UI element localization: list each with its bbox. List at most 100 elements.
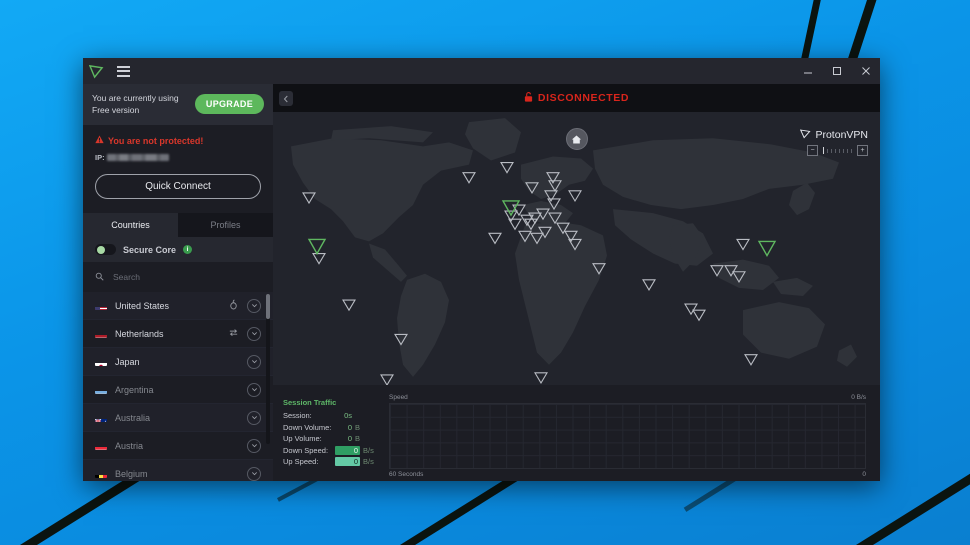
- speed-chart: Speed 0 B/s 60 Seconds 0: [383, 385, 880, 481]
- home-icon[interactable]: [565, 128, 588, 150]
- proton-vpn-logo-icon: [89, 64, 104, 79]
- flag-icon: [95, 330, 107, 338]
- secure-core-row: Secure Core i: [83, 237, 273, 263]
- chevron-down-icon[interactable]: [247, 326, 261, 341]
- chevron-down-icon[interactable]: [247, 382, 261, 397]
- world-map[interactable]: [273, 112, 880, 385]
- chart-plot-area: [389, 403, 866, 469]
- traffic-label: Up Volume:: [283, 434, 322, 444]
- ip-address-row: IP:: [95, 153, 261, 162]
- protection-status-block: You are not protected! IP:: [83, 125, 273, 163]
- traffic-row: Down Speed: 0 B/s: [283, 445, 383, 457]
- country-name: Netherlands: [115, 328, 164, 339]
- ip-value-redacted: [106, 154, 169, 161]
- chevron-left-icon[interactable]: [279, 91, 293, 106]
- zoom-in-button[interactable]: +: [857, 145, 868, 156]
- traffic-label: Up Speed:: [283, 457, 319, 467]
- chevron-down-icon[interactable]: [247, 410, 261, 425]
- country-name: Argentina: [115, 384, 154, 395]
- country-name: Belgium: [115, 468, 148, 479]
- country-name: Australia: [115, 412, 151, 423]
- search-input[interactable]: [111, 271, 261, 284]
- search-icon: [95, 268, 104, 286]
- brand-name-row: ProtonVPN: [800, 128, 868, 142]
- wallpaper-streak: [358, 470, 525, 545]
- p2p-arrows-icon: [228, 325, 239, 343]
- traffic-value: 0s: [344, 411, 352, 421]
- list-item[interactable]: Argentina: [83, 376, 273, 405]
- list-item[interactable]: Austria: [83, 432, 273, 461]
- traffic-row: Up Speed: 0 B/s: [283, 456, 383, 468]
- hamburger-menu-icon[interactable]: [116, 64, 131, 79]
- sidebar-tabs: Countries Profiles: [83, 213, 273, 238]
- chart-y-label: Speed: [389, 394, 408, 401]
- search-row: [83, 262, 273, 293]
- traffic-unit: B/s: [363, 445, 374, 455]
- secure-core-label: Secure Core: [123, 244, 177, 255]
- upgrade-text-line2: Free version: [92, 105, 140, 115]
- chevron-down-icon[interactable]: [247, 354, 261, 369]
- chart-y-max-label: 0 B/s: [851, 394, 866, 401]
- list-item[interactable]: Australia: [83, 404, 273, 433]
- traffic-row: Session: 0s: [283, 410, 383, 422]
- down-speed-bar: 0: [335, 445, 360, 455]
- list-item[interactable]: Netherlands: [83, 320, 273, 349]
- country-name: Austria: [115, 440, 144, 451]
- country-name: Japan: [115, 356, 140, 367]
- warning-triangle-icon: [95, 135, 104, 146]
- traffic-label: Down Volume:: [283, 422, 332, 432]
- protection-status-text: You are not protected!: [108, 135, 204, 146]
- traffic-row: Up Volume: 0 B: [283, 433, 383, 445]
- chart-x-label-left: 60 Seconds: [389, 471, 424, 478]
- maximize-icon[interactable]: [822, 58, 851, 84]
- upgrade-text-line1: You are currently using: [92, 93, 179, 103]
- upgrade-text: You are currently using Free version: [92, 92, 179, 116]
- upgrade-button[interactable]: UPGRADE: [194, 94, 264, 114]
- zoom-slider-track[interactable]: [820, 147, 855, 154]
- country-list[interactable]: United States Netherlands Japan Argentin…: [83, 292, 273, 481]
- quick-connect-button[interactable]: Quick Connect: [95, 174, 261, 199]
- tor-onion-icon: [228, 297, 239, 315]
- traffic-unit: B/s: [363, 457, 374, 467]
- flag-icon: [95, 302, 107, 310]
- chevron-down-icon[interactable]: [247, 298, 261, 313]
- connection-status-bar: DISCONNECTED ProtonVPN − +: [273, 84, 880, 156]
- country-list-scrollbar[interactable]: [266, 294, 270, 445]
- flag-icon: [95, 470, 107, 478]
- lock-open-icon: [524, 91, 533, 105]
- list-item[interactable]: Japan: [83, 348, 273, 377]
- close-icon[interactable]: [851, 58, 880, 84]
- brand-name: ProtonVPN: [815, 129, 868, 141]
- list-item[interactable]: United States: [83, 292, 273, 321]
- minimize-icon[interactable]: [793, 58, 822, 84]
- ip-label: IP:: [95, 153, 105, 162]
- traffic-row: Down Volume: 0 B: [283, 422, 383, 434]
- chevron-down-icon[interactable]: [247, 466, 261, 481]
- traffic-label: Down Speed:: [283, 445, 329, 455]
- world-map-svg: [273, 112, 880, 385]
- zoom-out-button[interactable]: −: [807, 145, 818, 156]
- traffic-unit: B: [355, 422, 361, 432]
- secure-core-toggle[interactable]: [95, 244, 116, 256]
- scrollbar-thumb[interactable]: [266, 294, 270, 320]
- info-icon[interactable]: i: [183, 245, 193, 255]
- list-item[interactable]: Belgium: [83, 460, 273, 481]
- sidebar: You are currently using Free version UPG…: [83, 84, 273, 481]
- chart-x-label-right: 0: [862, 471, 866, 478]
- session-traffic-title: Session Traffic: [283, 398, 337, 407]
- protonvpn-window: You are currently using Free version UPG…: [83, 58, 880, 481]
- up-speed-bar: 0: [335, 457, 360, 467]
- traffic-stats: Session Traffic Session: 0s Down Volume:…: [273, 385, 383, 481]
- traffic-label: Session:: [283, 411, 312, 421]
- traffic-value: 0: [347, 422, 352, 432]
- tab-countries[interactable]: Countries: [83, 213, 178, 238]
- tab-profiles[interactable]: Profiles: [178, 213, 273, 237]
- chevron-down-icon[interactable]: [247, 438, 261, 453]
- flag-icon: [95, 386, 107, 394]
- brand-block: ProtonVPN − +: [800, 128, 868, 156]
- status-badge: You are not protected!: [95, 135, 261, 146]
- flag-icon: [95, 414, 107, 422]
- main-panel: DISCONNECTED ProtonVPN − + Session Traff…: [273, 84, 880, 481]
- upgrade-banner: You are currently using Free version UPG…: [83, 84, 273, 125]
- traffic-value: 0: [347, 434, 352, 444]
